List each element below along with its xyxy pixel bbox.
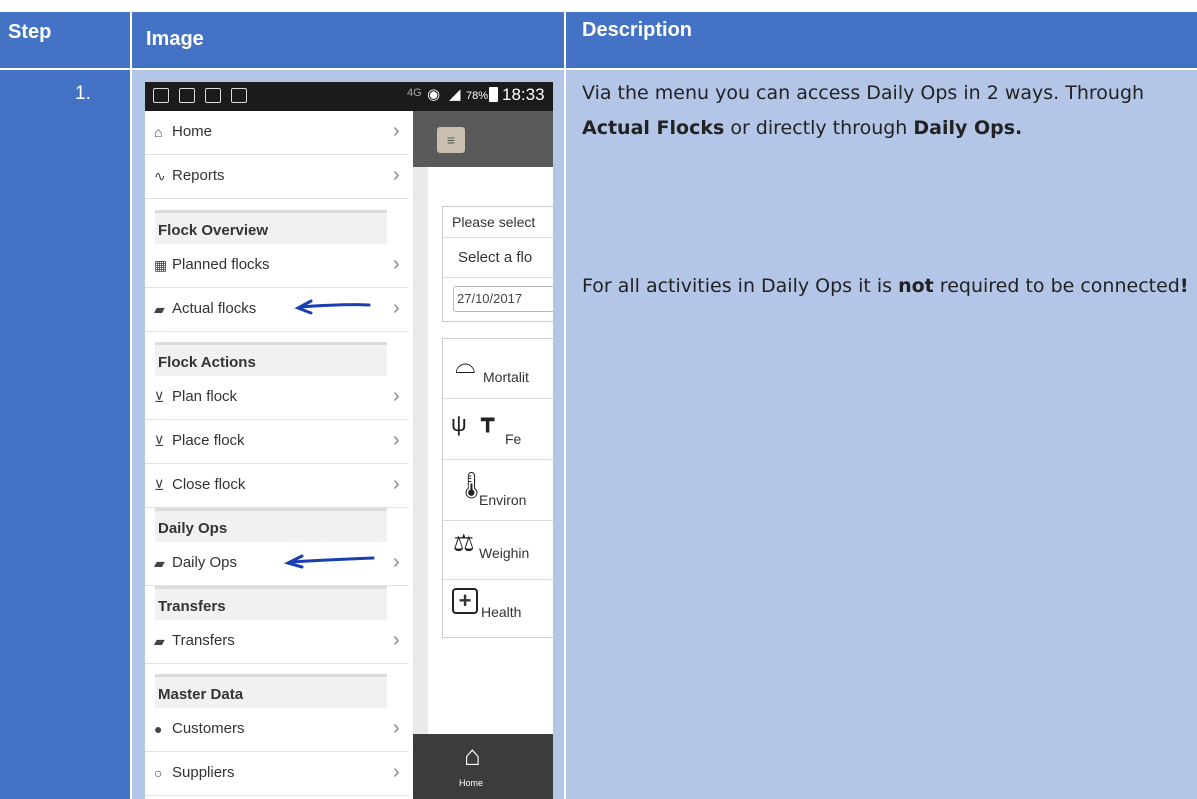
- signal-icon: ◢: [449, 86, 461, 103]
- action-environment[interactable]: 🌡 Environ: [443, 460, 553, 521]
- action-health[interactable]: + Health: [443, 580, 553, 639]
- notification-icon: [153, 88, 169, 103]
- user-outline-icon: ○: [154, 765, 163, 781]
- cropped-top-text: [0, 0, 1197, 12]
- status-bar: 4G ◉ ◢ 78% 18:33: [145, 82, 553, 111]
- header-image: Image: [132, 12, 564, 68]
- chevron-right-icon: ›: [393, 164, 400, 186]
- content-background: [413, 167, 428, 799]
- date-input[interactable]: 27/10/2017: [453, 286, 553, 312]
- home-icon: ⌂: [464, 740, 481, 771]
- chevron-right-icon: ›: [393, 297, 400, 319]
- wheat-icon: ψ: [451, 411, 467, 436]
- clock: 18:33: [502, 85, 545, 104]
- step-cell: 1.: [0, 70, 130, 799]
- chevron-right-icon: ›: [393, 429, 400, 451]
- cart-icon: ⊻: [154, 389, 165, 405]
- book-icon: ▰: [154, 633, 165, 649]
- chevron-right-icon: ›: [393, 253, 400, 275]
- chevron-right-icon: ›: [393, 385, 400, 407]
- menu-item-home[interactable]: ⌂ Home ›: [145, 111, 409, 155]
- menu-item-plan-flock[interactable]: ⊻ Plan flock ›: [145, 376, 409, 420]
- chevron-right-icon: ›: [393, 717, 400, 739]
- chevron-right-icon: ›: [393, 473, 400, 495]
- chevron-right-icon: ›: [393, 551, 400, 573]
- wifi-icon: ◉: [427, 86, 441, 103]
- header-step: Step: [0, 12, 130, 68]
- annotation-arrow-daily-ops: [283, 554, 375, 569]
- tombstone-icon: ⌓: [455, 349, 476, 379]
- reports-icon: ∿: [154, 168, 166, 184]
- header-description: Description: [566, 12, 1197, 68]
- menu-item-planned-flocks[interactable]: ▦ Planned flocks ›: [145, 244, 409, 288]
- menu-item-place-flock[interactable]: ⊻ Place flock ›: [145, 420, 409, 464]
- health-cross-icon: +: [452, 588, 478, 614]
- app-icon: [205, 88, 221, 103]
- mail-icon: [179, 88, 195, 103]
- scales-icon: ⚖: [453, 530, 475, 557]
- battery-icon: [489, 87, 498, 102]
- select-flock-dropdown[interactable]: Select a flo: [443, 238, 553, 278]
- please-select-text: Please select: [443, 207, 553, 238]
- menu-item-transfers[interactable]: ▰ Transfers ›: [145, 620, 409, 664]
- action-feed-water[interactable]: ψ ┳ Fe: [443, 399, 553, 460]
- inbox-icon: [231, 88, 247, 103]
- document-page: Step Image Description 1. Via the menu y…: [0, 0, 1197, 799]
- chevron-right-icon: ›: [393, 761, 400, 783]
- flock-select-card: Please select Select a flo 27/10/2017: [442, 206, 553, 322]
- section-daily-ops: Daily Ops: [155, 508, 387, 542]
- menu-item-close-flock[interactable]: ⊻ Close flock ›: [145, 464, 409, 508]
- annotation-arrow-actual-flocks: [294, 299, 371, 315]
- actions-card: ⌓ Mortalit ψ ┳ Fe 🌡 Environ ⚖ Weighin + …: [442, 338, 553, 638]
- tap-icon: ┳: [481, 407, 495, 432]
- app-topbar: [413, 111, 553, 167]
- description-paragraph-1: Via the menu you can access Daily Ops in…: [582, 82, 1145, 139]
- cart-icon: ⊻: [154, 433, 165, 449]
- section-flock-overview: Flock Overview: [155, 210, 387, 244]
- chevron-right-icon: ›: [393, 629, 400, 651]
- description-paragraph-2: For all activities in Daily Ops it is no…: [582, 275, 1189, 297]
- book-icon: ▰: [154, 555, 165, 571]
- phone-screenshot: 4G ◉ ◢ 78% 18:33 ⌂ Home › ∿ Reports › Fl…: [145, 82, 553, 799]
- menu-item-reports[interactable]: ∿ Reports ›: [145, 155, 409, 199]
- cart-icon: ⊻: [154, 477, 165, 493]
- section-transfers: Transfers: [155, 586, 387, 620]
- hamburger-menu-button[interactable]: ≡: [437, 127, 465, 153]
- description-cell: Via the menu you can access Daily Ops in…: [566, 70, 1197, 799]
- battery-level: 78%: [466, 90, 489, 102]
- menu-item-customers[interactable]: ● Customers ›: [145, 708, 409, 752]
- section-master-data: Master Data: [155, 674, 387, 708]
- home-icon: ⌂: [154, 124, 163, 140]
- action-weighing[interactable]: ⚖ Weighin: [443, 521, 553, 580]
- user-icon: ●: [154, 721, 163, 737]
- menu-item-suppliers[interactable]: ○ Suppliers ›: [145, 752, 409, 796]
- book-icon: ▰: [154, 301, 165, 317]
- bottom-home-button[interactable]: ⌂ Home: [413, 734, 553, 799]
- network-type: 4G: [407, 87, 422, 99]
- action-mortality[interactable]: ⌓ Mortalit: [443, 339, 553, 399]
- calendar-icon: ▦: [154, 257, 168, 273]
- step-number: 1.: [75, 83, 91, 104]
- side-menu: ⌂ Home › ∿ Reports › Flock Overview ▦ Pl…: [145, 111, 413, 799]
- chevron-right-icon: ›: [393, 120, 400, 142]
- section-flock-actions: Flock Actions: [155, 342, 387, 376]
